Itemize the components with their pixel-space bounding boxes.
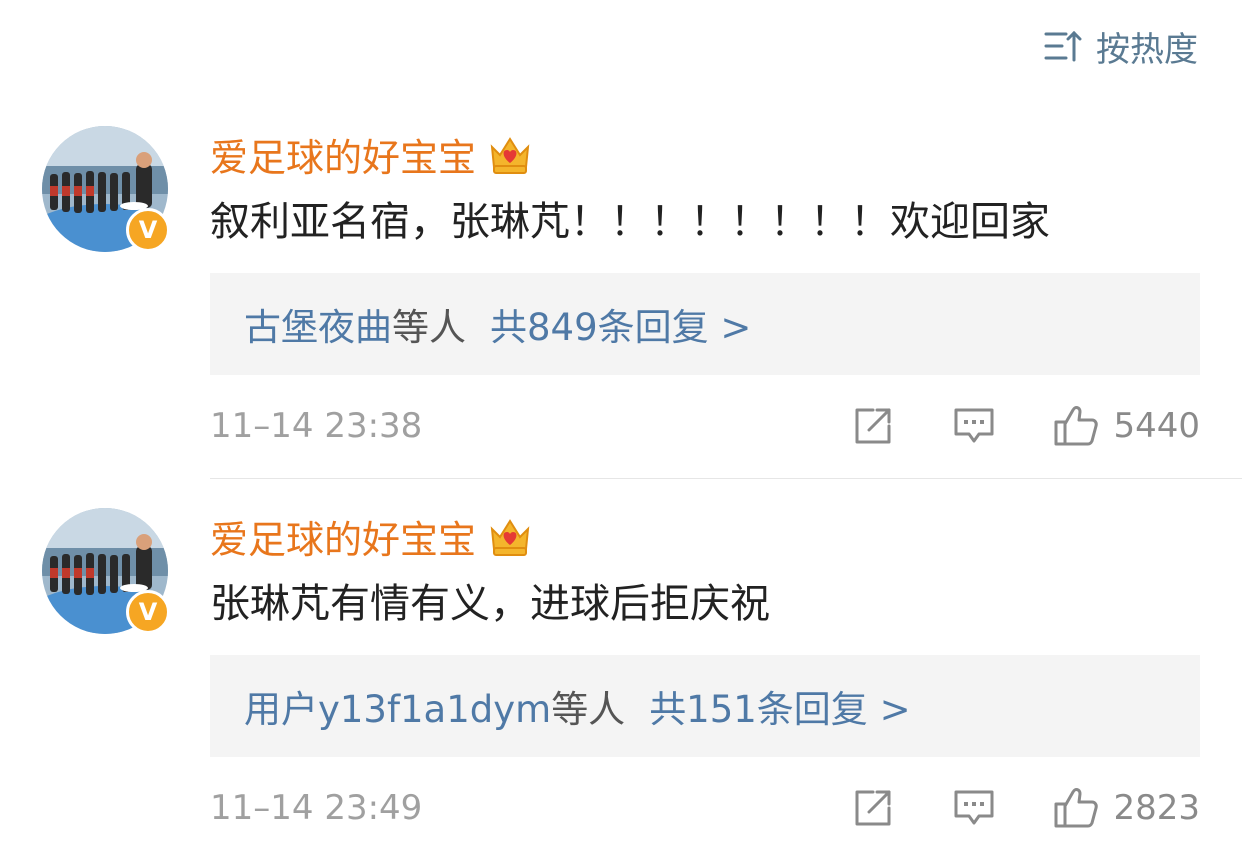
share-icon — [855, 408, 891, 444]
avatar[interactable]: V — [42, 508, 170, 634]
replies-summary[interactable]: 用户y13f1a1dym 等人 共151条回复 > — [210, 655, 1200, 757]
sort-label: 按热度 — [1096, 29, 1198, 70]
username-text[interactable]: 爱足球的好宝宝 — [210, 127, 476, 182]
like-button[interactable]: 5440 — [1053, 404, 1200, 448]
comment-username[interactable]: 爱足球的好宝宝 — [210, 510, 532, 562]
like-count: 5440 — [1113, 406, 1200, 446]
replies-summary[interactable]: 古堡夜曲 等人 共849条回复 > — [210, 273, 1200, 375]
sort-by-hot-button[interactable]: 按热度 — [1044, 22, 1198, 70]
crown-icon — [490, 137, 530, 174]
reply-suffix: 等人 — [392, 306, 466, 349]
reply-button[interactable] — [953, 406, 995, 446]
reply-count-link[interactable]: 共151条回复 > — [649, 679, 910, 733]
share-button[interactable] — [853, 788, 895, 828]
comment-username[interactable]: 爱足球的好宝宝 — [210, 128, 532, 180]
sort-icon — [1044, 30, 1082, 62]
comment-timestamp: 11–14 23:38 — [210, 406, 423, 446]
like-button[interactable]: 2823 — [1053, 786, 1200, 830]
comment-meta: 11–14 23:38 5440 — [210, 396, 1200, 456]
comment-icon — [954, 790, 994, 825]
like-count: 2823 — [1113, 788, 1200, 828]
avatar[interactable]: V — [42, 126, 170, 252]
comment-divider — [210, 478, 1242, 479]
comment-actions: 5440 — [853, 404, 1200, 448]
comment-meta: 11–14 23:49 2823 — [210, 778, 1200, 838]
thumbs-up-icon — [1054, 406, 1099, 446]
verified-badge: V — [126, 208, 170, 252]
comment-timestamp: 11–14 23:49 — [210, 788, 423, 828]
share-icon — [855, 790, 891, 826]
comment-text: 叙利亚名宿，张琳芃！！！！！！！！欢迎回家 — [210, 199, 1050, 245]
comment-actions: 2823 — [853, 786, 1200, 830]
share-button[interactable] — [853, 406, 895, 446]
crown-icon — [490, 519, 530, 556]
comment-icon — [954, 408, 994, 443]
comment-feed: 按热度 V 爱足球的好宝宝 叙利亚名宿，张琳芃！！！！！！！！欢迎回家 古堡夜曲… — [0, 0, 1242, 857]
reply-author-names[interactable]: 用户y13f1a1dym — [244, 679, 551, 733]
reply-suffix: 等人 — [551, 688, 626, 731]
reply-count-link[interactable]: 共849条回复 > — [490, 297, 751, 351]
username-text[interactable]: 爱足球的好宝宝 — [210, 509, 476, 564]
reply-author-names[interactable]: 古堡夜曲 — [244, 297, 392, 351]
comment-text: 张琳芃有情有义，进球后拒庆祝 — [210, 581, 770, 627]
verified-badge: V — [126, 590, 170, 634]
thumbs-up-icon — [1054, 788, 1099, 828]
reply-button[interactable] — [953, 788, 995, 828]
